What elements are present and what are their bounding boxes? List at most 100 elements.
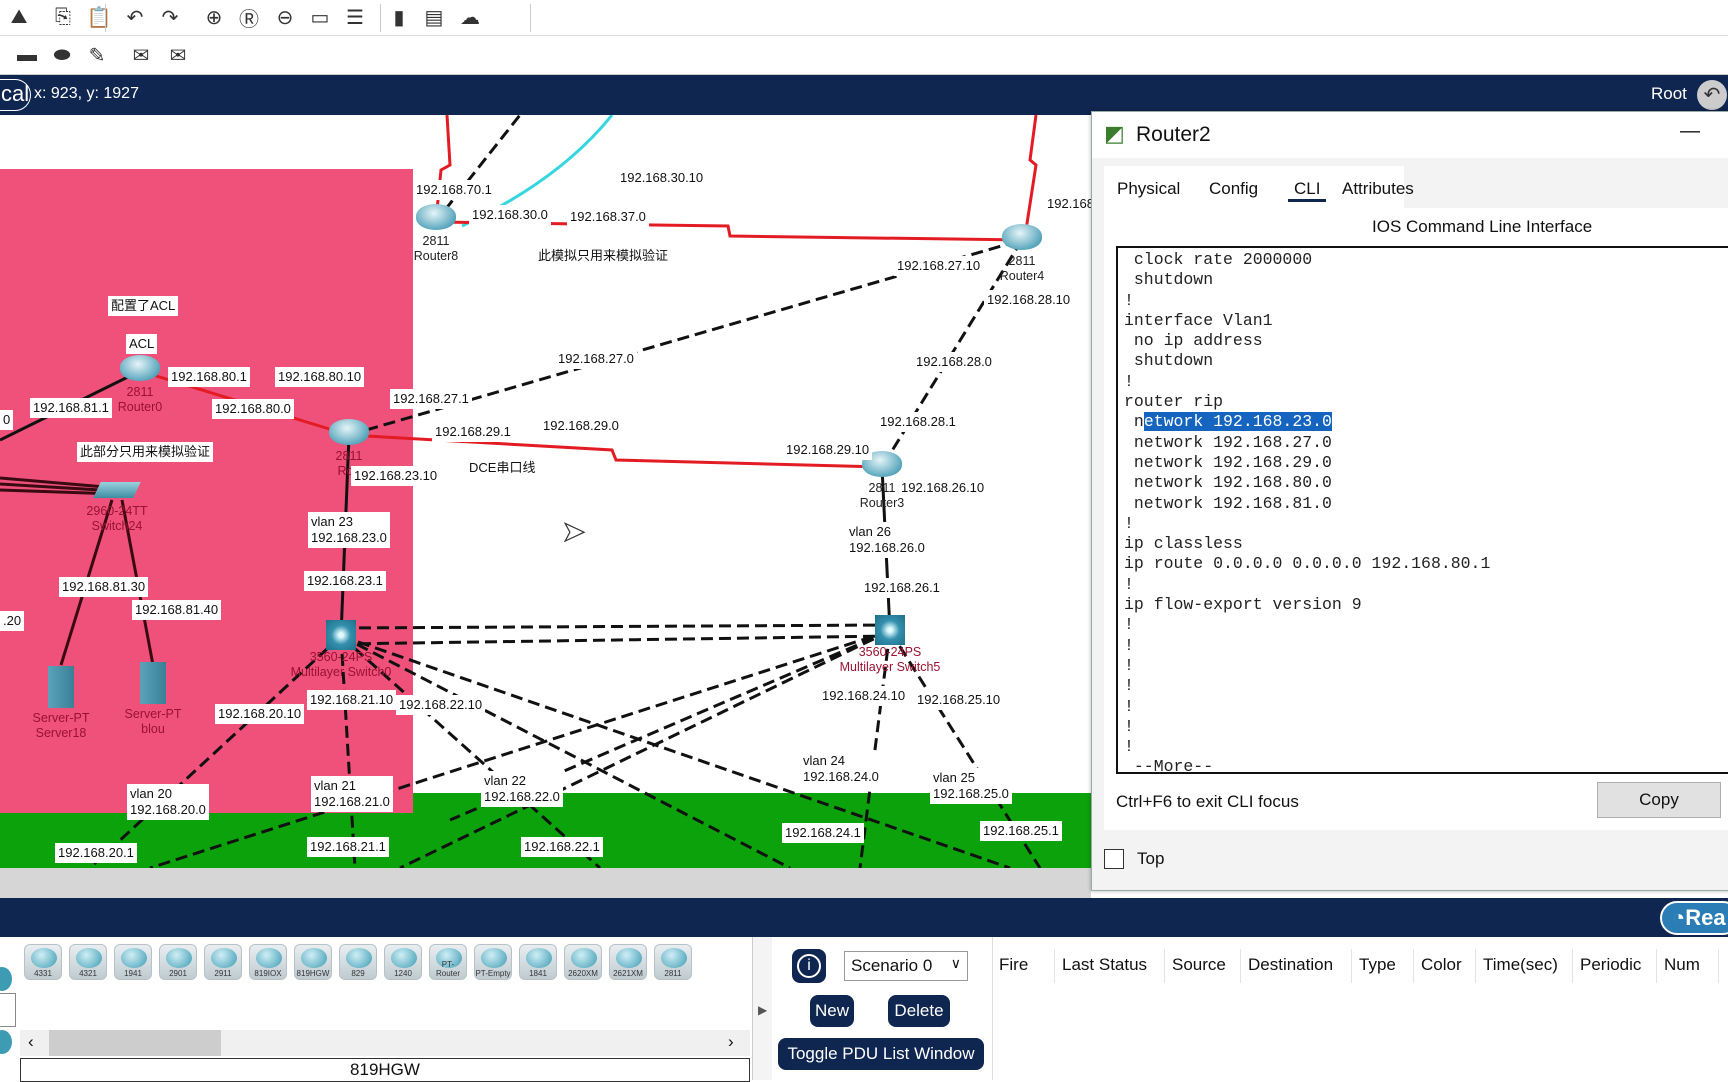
router-icon[interactable] bbox=[329, 419, 369, 445]
ip-label[interactable]: 192.168.24.10 bbox=[819, 686, 909, 706]
add-simple-pdu-icon[interactable]: ✉ bbox=[128, 42, 154, 68]
scroll-thumb[interactable] bbox=[49, 1030, 221, 1056]
ip-label[interactable]: vlan 21 192.168.21.0 bbox=[311, 776, 393, 812]
pdu-column-header[interactable]: Periodic bbox=[1580, 955, 1641, 975]
logical-view-button[interactable]: cal bbox=[0, 79, 31, 111]
ip-label[interactable]: 192.168.81.30 bbox=[59, 577, 149, 597]
ip-label[interactable]: 192.168.29.0 bbox=[540, 416, 622, 436]
device-model-item[interactable]: PT-Empty bbox=[474, 944, 512, 980]
realtime-button[interactable]: ◔Rea bbox=[1660, 901, 1728, 935]
ip-label[interactable]: 192.168.30.10 bbox=[617, 168, 707, 188]
copy-button[interactable]: Copy bbox=[1597, 782, 1721, 818]
ip-label[interactable]: 192.168.23.10 bbox=[351, 466, 441, 486]
tab-attributes[interactable]: Attributes bbox=[1342, 179, 1414, 199]
ip-label[interactable]: vlan 22 192.168.22.0 bbox=[481, 771, 563, 807]
ip-label[interactable]: 192.168.30.0 bbox=[469, 205, 551, 225]
copy-icon[interactable]: ⎘ bbox=[50, 4, 76, 30]
router-icon[interactable] bbox=[416, 204, 456, 230]
delete-scenario-button[interactable]: Delete bbox=[888, 995, 950, 1027]
ip-label[interactable]: 192.168.80.10 bbox=[275, 367, 365, 387]
ip-label[interactable]: 配置了ACL bbox=[108, 296, 179, 316]
server-icon[interactable] bbox=[140, 662, 166, 704]
zoom-reset-icon[interactable]: Ⓡ bbox=[236, 4, 262, 31]
server-icon[interactable] bbox=[48, 666, 74, 708]
ip-label[interactable]: ACL bbox=[126, 334, 158, 354]
ip-label[interactable]: 192.168.26.1 bbox=[861, 578, 943, 598]
device-model-item[interactable]: 4321 bbox=[69, 944, 107, 980]
scroll-right-icon[interactable]: › bbox=[728, 1032, 734, 1052]
ip-label[interactable]: 192.168.80.1 bbox=[168, 367, 250, 387]
zoom-out-icon[interactable]: ⊖ bbox=[272, 4, 298, 30]
ip-label[interactable]: 192.168.26.10 bbox=[898, 478, 988, 498]
pdu-column-header[interactable]: Fire bbox=[999, 955, 1028, 975]
device-model-item[interactable]: 2811 bbox=[654, 944, 692, 980]
add-complex-pdu-icon[interactable]: ✉ bbox=[165, 42, 191, 68]
multilayer-switch-icon[interactable] bbox=[875, 615, 905, 645]
pdu-column-header[interactable]: Source bbox=[1172, 955, 1226, 975]
horizontal-scrollbar[interactable] bbox=[0, 868, 1091, 898]
ip-label[interactable]: 192.168.28.1 bbox=[877, 412, 959, 432]
paste-icon[interactable]: 📋 bbox=[86, 4, 112, 30]
device-subcategory-box[interactable] bbox=[0, 993, 16, 1027]
rectangle-icon[interactable]: ▬ bbox=[14, 42, 40, 68]
ip-label[interactable]: 此部分只用来模拟验证 bbox=[77, 442, 214, 462]
multilayer-switch-icon[interactable] bbox=[326, 620, 356, 650]
router-icon[interactable] bbox=[1002, 224, 1042, 250]
device-list-scrollbar[interactable]: ‹ › bbox=[20, 1030, 750, 1056]
ip-label[interactable]: 192.168.20.1 bbox=[55, 843, 137, 863]
viewport-icon[interactable]: ▮ bbox=[386, 4, 412, 30]
device-model-item[interactable]: 2621XM bbox=[609, 944, 647, 980]
ip-label[interactable]: vlan 26 192.168.26.0 bbox=[846, 522, 928, 558]
ellipse-icon[interactable]: ⬬ bbox=[49, 42, 75, 68]
pdu-column-header[interactable]: Color bbox=[1421, 955, 1462, 975]
scroll-left-icon[interactable]: ‹ bbox=[28, 1032, 34, 1052]
device-category-icon[interactable] bbox=[0, 1030, 12, 1054]
ip-label[interactable]: 192.168.81.1 bbox=[30, 398, 112, 418]
switch-icon[interactable] bbox=[93, 482, 141, 498]
back-icon[interactable]: ↶ bbox=[1697, 80, 1727, 110]
device-model-item[interactable]: 829 bbox=[339, 944, 377, 980]
cli-output[interactable]: clock rate 2000000 shutdown! interface Vl… bbox=[1116, 246, 1728, 776]
window-title-bar[interactable]: ◩ Router2 — bbox=[1092, 112, 1728, 158]
ip-label[interactable]: vlan 23 192.168.23.0 bbox=[308, 512, 390, 548]
toggle-pdu-list-button[interactable]: Toggle PDU List Window bbox=[778, 1038, 984, 1070]
device-model-item[interactable]: PT-Router bbox=[429, 944, 467, 980]
redo-icon[interactable]: ↷ bbox=[157, 4, 183, 30]
ip-label[interactable]: 192.168.24.1 bbox=[782, 823, 864, 843]
ip-label[interactable]: 192.168.70.1 bbox=[413, 180, 495, 200]
ip-label[interactable]: 0 bbox=[0, 410, 14, 430]
device-model-item[interactable]: 2620XM bbox=[564, 944, 602, 980]
ip-label[interactable]: 192.168.81.40 bbox=[132, 600, 222, 620]
freeform-icon[interactable]: ✎ bbox=[84, 42, 110, 68]
ip-label[interactable]: 192.168.27.1 bbox=[390, 389, 472, 409]
router-icon[interactable] bbox=[120, 355, 160, 381]
ip-label[interactable]: vlan 20 192.168.20.0 bbox=[127, 784, 209, 820]
ip-label[interactable]: 192.168.28.10 bbox=[984, 290, 1074, 310]
device-model-item[interactable]: 4331 bbox=[24, 944, 62, 980]
ip-label[interactable]: 192.168.28.0 bbox=[913, 352, 995, 372]
ip-label[interactable]: 192.168.25.10 bbox=[914, 690, 1004, 710]
logical-workspace[interactable]: 2811 Router8 2811 Router4 2811 Router0 2811 Rou… bbox=[0, 115, 1091, 868]
device-model-item[interactable]: 1841 bbox=[519, 944, 557, 980]
pdu-column-header[interactable]: Type bbox=[1359, 955, 1396, 975]
device-model-item[interactable]: 2911 bbox=[204, 944, 242, 980]
drawing-palette-icon[interactable]: ▭ bbox=[307, 4, 333, 30]
ip-label[interactable]: 192.168.29.1 bbox=[432, 422, 514, 442]
ip-label[interactable]: DCE串口线 bbox=[466, 458, 538, 478]
root-label[interactable]: Root bbox=[1651, 84, 1687, 104]
tab-config[interactable]: Config bbox=[1209, 179, 1258, 199]
panel-divider[interactable]: ▶ bbox=[752, 937, 772, 1080]
info-icon[interactable]: i bbox=[792, 949, 826, 983]
tab-physical[interactable]: Physical bbox=[1117, 179, 1180, 199]
scenario-select[interactable]: Scenario 0 ∨ bbox=[844, 951, 968, 981]
ip-label[interactable]: vlan 24 192.168.24.0 bbox=[800, 751, 882, 787]
new-scenario-button[interactable]: New bbox=[810, 995, 854, 1027]
minimize-button[interactable]: — bbox=[1680, 120, 1700, 143]
device-model-item[interactable]: 819IOX bbox=[249, 944, 287, 980]
tab-cli[interactable]: CLI bbox=[1288, 179, 1327, 202]
device-model-item[interactable]: 819HGW bbox=[294, 944, 332, 980]
ip-label[interactable]: 192.168 bbox=[1044, 194, 1091, 214]
pdu-column-header[interactable]: Last Status bbox=[1062, 955, 1147, 975]
device-model-item[interactable]: 1941 bbox=[114, 944, 152, 980]
ip-label[interactable]: 192.168.22.10 bbox=[396, 695, 486, 715]
